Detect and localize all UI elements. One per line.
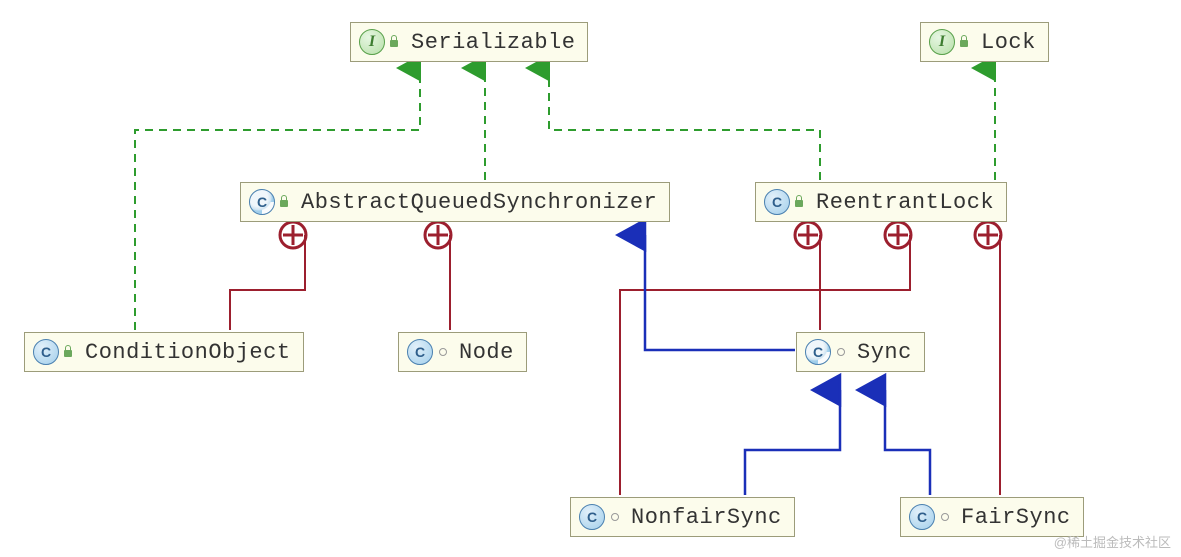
node-node: C Node — [398, 332, 527, 372]
edge-reentrant-serializable — [549, 68, 820, 180]
node-label: Lock — [981, 30, 1036, 55]
class-icon: C — [909, 504, 935, 530]
node-lock: I Lock — [920, 22, 1049, 62]
node-label: Serializable — [411, 30, 575, 55]
package-access-icon — [833, 344, 849, 360]
node-label: FairSync — [961, 505, 1071, 530]
public-access-icon — [792, 194, 808, 210]
node-label: Sync — [857, 340, 912, 365]
class-icon: C — [33, 339, 59, 365]
public-access-icon — [957, 34, 973, 50]
watermark-text: @稀土掘金技术社区 — [1054, 532, 1171, 551]
class-icon: C — [407, 339, 433, 365]
abstract-class-icon: C — [805, 339, 831, 365]
package-access-icon — [937, 509, 953, 525]
interface-icon: I — [359, 29, 385, 55]
class-icon: C — [579, 504, 605, 530]
package-access-icon — [435, 344, 451, 360]
node-label: Node — [459, 340, 514, 365]
node-label: ReentrantLock — [816, 190, 994, 215]
node-label: NonfairSync — [631, 505, 782, 530]
node-label: AbstractQueuedSynchronizer — [301, 190, 657, 215]
node-nonfair: C NonfairSync — [570, 497, 795, 537]
node-sync: C Sync — [796, 332, 925, 372]
edge-nonfair-sync — [745, 390, 840, 495]
public-access-icon — [61, 344, 77, 360]
node-aqs: C AbstractQueuedSynchronizer — [240, 182, 670, 222]
node-fair: C FairSync — [900, 497, 1084, 537]
interface-icon: I — [929, 29, 955, 55]
abstract-class-icon: C — [249, 189, 275, 215]
node-label: ConditionObject — [85, 340, 291, 365]
node-condition: C ConditionObject — [24, 332, 304, 372]
node-serializable: I Serializable — [350, 22, 588, 62]
public-access-icon — [277, 194, 293, 210]
public-access-icon — [387, 34, 403, 50]
edge-fair-sync — [885, 390, 930, 495]
edge-sync-aqs — [645, 235, 795, 350]
node-reentrant: C ReentrantLock — [755, 182, 1007, 222]
package-access-icon — [607, 509, 623, 525]
connector-layer — [0, 0, 1181, 557]
class-icon: C — [764, 189, 790, 215]
edge-condition-aqs — [230, 235, 305, 330]
